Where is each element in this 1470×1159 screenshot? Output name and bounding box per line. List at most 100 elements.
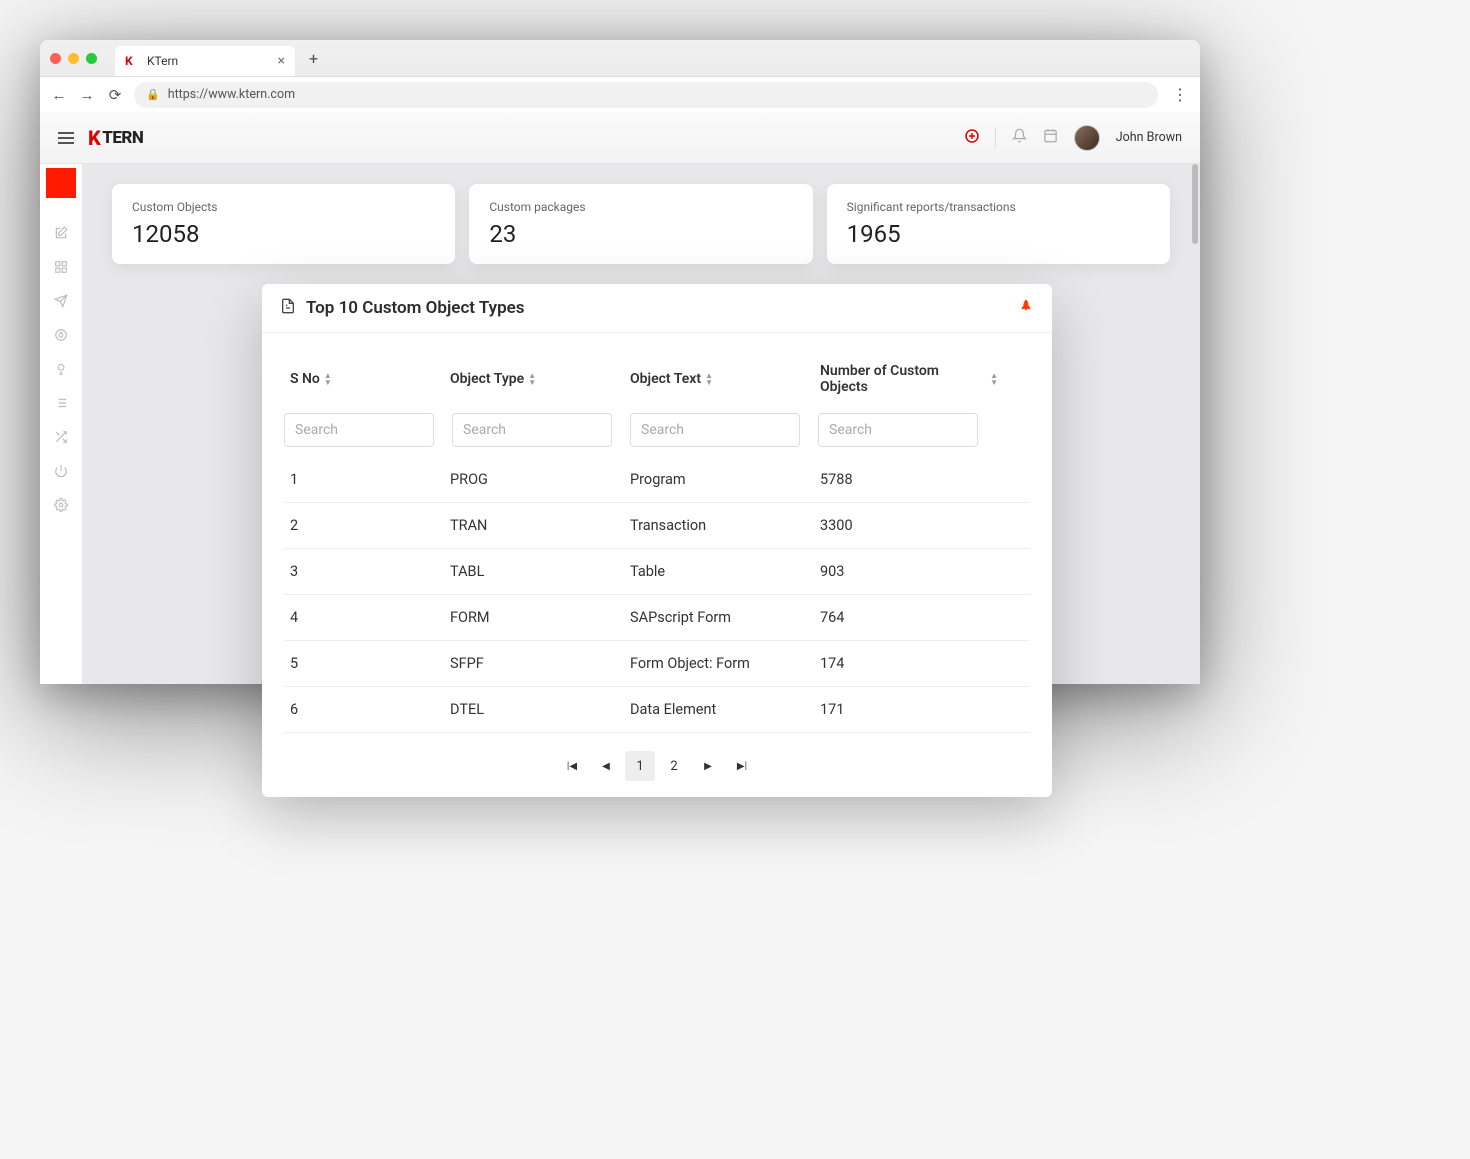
edit-icon[interactable] [40,216,82,250]
logo-mark-icon: K [88,126,100,150]
browser-chrome: K KTern × + ← → ⟳ 🔒 https://www.ktern.co… [40,40,1200,112]
table-content: S No▲▼ Object Type▲▼ Object Text▲▼ Numbe… [262,333,1052,741]
stat-label: Custom packages [489,200,792,214]
table-row: 2 TRAN Transaction 3300 [284,503,1030,549]
table-row: 1 PROG Program 5788 [284,457,1030,503]
header-actions: John Brown [965,125,1182,151]
table-row: 3 TABL Table 903 [284,549,1030,595]
list-icon[interactable] [40,386,82,420]
page-next-button[interactable]: ▶ [693,751,723,781]
page-first-button[interactable]: |◀ [557,751,587,781]
add-icon[interactable] [965,129,979,147]
tab-bar: K KTern × + [40,40,1200,76]
menu-toggle-button[interactable] [58,132,74,144]
cell-text: Form Object: Form [624,641,814,686]
sort-icon: ▲▼ [324,372,332,386]
search-object-text[interactable] [630,413,800,447]
window-minimize-icon[interactable] [68,53,79,64]
send-icon[interactable] [40,284,82,318]
sort-icon: ▲▼ [990,372,998,386]
sidebar-active-indicator[interactable] [46,168,76,198]
search-sno[interactable] [284,413,434,447]
back-button[interactable]: ← [50,86,68,104]
flame-icon[interactable] [40,318,82,352]
cell-count: 171 [814,687,1004,732]
window-close-icon[interactable] [50,53,61,64]
avatar[interactable] [1074,125,1100,151]
sort-icon: ▲▼ [528,372,536,386]
favicon-icon: K [125,54,139,68]
cell-sno: 5 [284,641,444,686]
cell-type: PROG [444,457,624,502]
window-controls [50,53,97,64]
browser-tab[interactable]: K KTern × [115,46,295,76]
table-title: Top 10 Custom Object Types [306,298,525,318]
cell-count: 5788 [814,457,1004,502]
cell-count: 903 [814,549,1004,594]
tab-close-icon[interactable]: × [278,53,285,69]
stat-card-custom-objects: Custom Objects 12058 [112,184,455,264]
sort-icon: ▲▼ [705,372,713,386]
logo-text: TERN [102,128,143,148]
cell-sno: 2 [284,503,444,548]
cell-count: 3300 [814,503,1004,548]
cell-text: Data Element [624,687,814,732]
cell-type: SFPF [444,641,624,686]
cell-type: DTEL [444,687,624,732]
cell-sno: 1 [284,457,444,502]
shuffle-icon[interactable] [40,420,82,454]
stat-value: 1965 [847,220,1150,248]
forward-button[interactable]: → [78,86,96,104]
bulb-icon[interactable] [40,352,82,386]
pagination: |◀ ◀ 1 2 ▶ ▶| [262,741,1052,797]
cell-type: TABL [444,549,624,594]
address-bar: ← → ⟳ 🔒 https://www.ktern.com ⋮ [40,76,1200,112]
sidebar [40,164,82,684]
gear-icon[interactable] [40,488,82,522]
stat-label: Significant reports/transactions [847,200,1150,214]
column-object-text[interactable]: Object Text▲▼ [630,371,808,387]
new-tab-button[interactable]: + [303,49,324,68]
stat-label: Custom Objects [132,200,435,214]
cell-type: TRAN [444,503,624,548]
window-maximize-icon[interactable] [86,53,97,64]
cell-count: 174 [814,641,1004,686]
power-icon[interactable] [40,454,82,488]
column-object-type[interactable]: Object Type▲▼ [450,371,618,387]
url-input[interactable]: 🔒 https://www.ktern.com [134,82,1158,108]
username: John Brown [1116,130,1182,145]
column-sno[interactable]: S No▲▼ [290,371,438,387]
table-row: 4 FORM SAPscript Form 764 [284,595,1030,641]
divider [995,128,996,148]
cell-text: Program [624,457,814,502]
table-head: S No▲▼ Object Type▲▼ Object Text▲▼ Numbe… [284,353,1030,405]
column-num-objects[interactable]: Number of Custom Objects▲▼ [820,363,998,395]
rocket-icon[interactable] [1018,298,1034,318]
browser-window: K KTern × + ← → ⟳ 🔒 https://www.ktern.co… [40,40,1200,684]
page-last-button[interactable]: ▶| [727,751,757,781]
page-2-button[interactable]: 2 [659,751,689,781]
search-object-type[interactable] [452,413,612,447]
page-1-button[interactable]: 1 [625,751,655,781]
table-header: Top 10 Custom Object Types [262,284,1052,333]
calendar-icon[interactable] [1043,128,1058,147]
search-row [284,413,1030,447]
browser-menu-icon[interactable]: ⋮ [1168,85,1190,104]
cell-sno: 6 [284,687,444,732]
grid-icon[interactable] [40,250,82,284]
search-num-objects[interactable] [818,413,978,447]
app-body: Custom Objects 12058 Custom packages 23 … [40,164,1200,684]
bell-icon[interactable] [1012,128,1027,147]
table-row: 5 SFPF Form Object: Form 174 [284,641,1030,687]
stat-value: 12058 [132,220,435,248]
cell-type: FORM [444,595,624,640]
logo[interactable]: K TERN [88,126,143,150]
table-row: 6 DTEL Data Element 171 [284,687,1030,733]
page-prev-button[interactable]: ◀ [591,751,621,781]
lock-icon: 🔒 [146,88,160,101]
cell-count: 764 [814,595,1004,640]
url-text: https://www.ktern.com [168,87,295,102]
stat-card-custom-packages: Custom packages 23 [469,184,812,264]
reload-button[interactable]: ⟳ [106,86,124,104]
main-content: Custom Objects 12058 Custom packages 23 … [82,164,1200,684]
